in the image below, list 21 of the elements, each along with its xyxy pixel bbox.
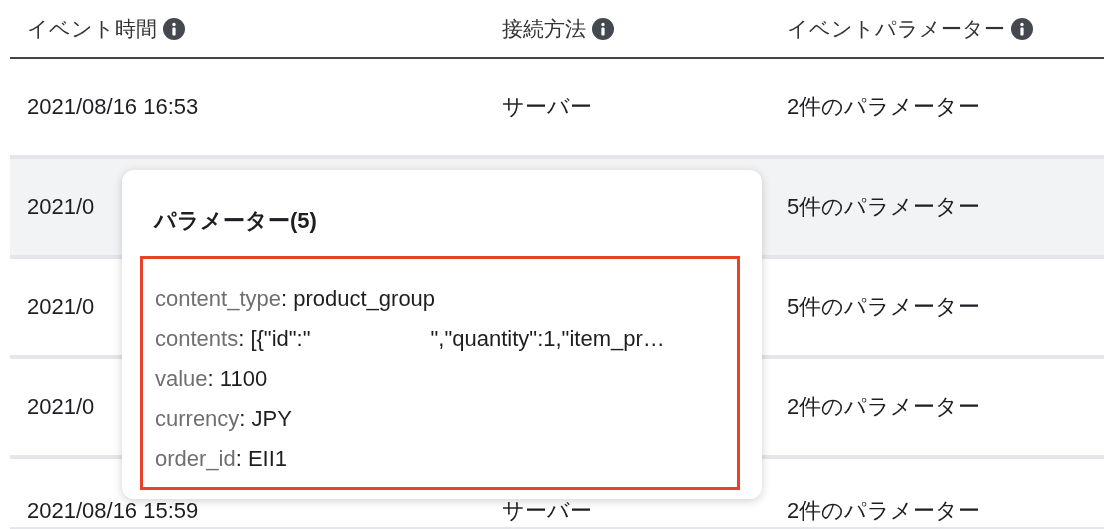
parameter-line: currency: JPY bbox=[155, 405, 293, 433]
table-cell-text: 2件のパラメーター bbox=[787, 393, 981, 421]
table-cell-text: 2件のパラメーター bbox=[787, 93, 981, 121]
parameter-line: contents: [{"id":" ","quantity":1,"item_pr… bbox=[155, 325, 666, 353]
table-cell: 2021/0 bbox=[27, 294, 95, 320]
parameter-line: order_id: EII1 bbox=[155, 445, 289, 473]
table-cell: 2021/0 bbox=[27, 394, 95, 420]
table-cell: 2件のパラメーター bbox=[787, 499, 981, 523]
parameter-line: content_type: product_group bbox=[155, 285, 437, 313]
popup-title: パラメーター(5) bbox=[154, 207, 317, 235]
table-cell-text: サーバー bbox=[502, 93, 592, 121]
table-cell: 2021/08/16 15:59 bbox=[27, 499, 199, 523]
table-cell-text: 5件のパラメーター bbox=[787, 293, 981, 321]
header-label: 接続方法 bbox=[502, 15, 586, 42]
header-label: イベントパラメーター bbox=[787, 15, 1005, 42]
parameter-line: value: 1100 bbox=[155, 365, 269, 393]
table-cell-text: 5件のパラメーター bbox=[787, 193, 981, 221]
header-label: イベント時間 bbox=[27, 15, 157, 42]
table-cell: 2021/0 bbox=[27, 194, 95, 220]
table-cell: 2021/08/16 16:53 bbox=[27, 94, 199, 120]
table-cell: サーバー bbox=[502, 499, 592, 523]
